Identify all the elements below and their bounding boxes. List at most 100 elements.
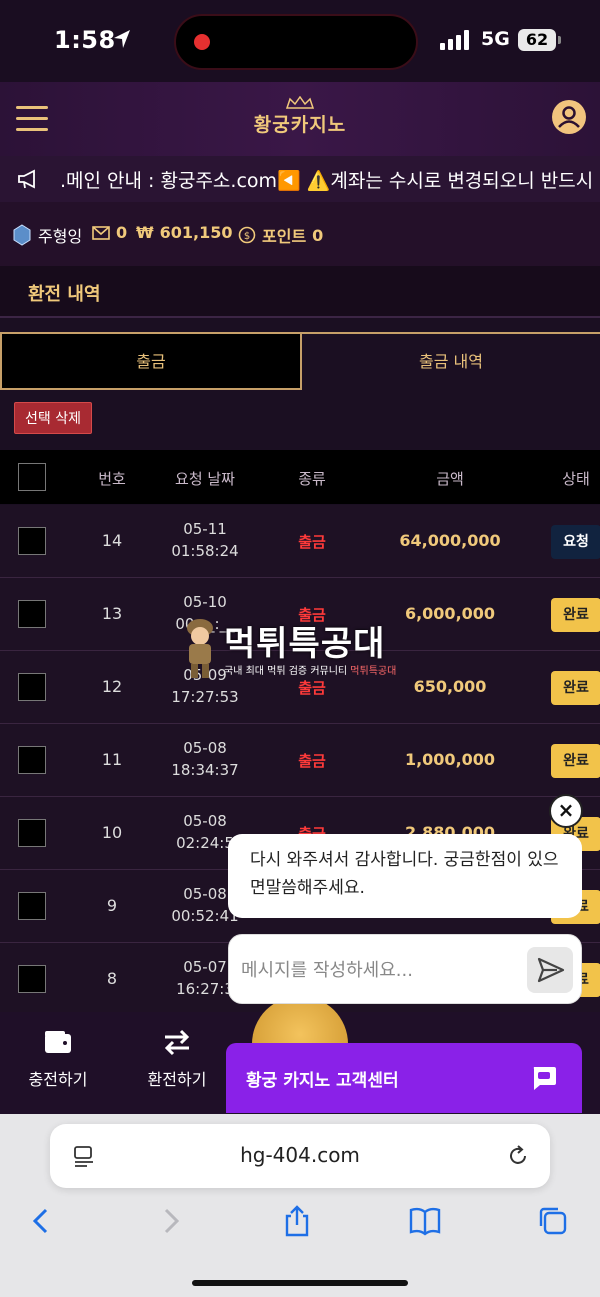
- notice-text: .메인 안내 : 황궁주소.com◀️ ⚠️계좌는 수시로 변경되오니 반드시 …: [60, 170, 600, 192]
- battery-level: 62: [518, 29, 556, 51]
- row-date-day: 05-10: [183, 593, 227, 611]
- watermark: 먹튀특공대 국내 최대 먹튀 검증 커뮤니티 먹튀특공대: [180, 614, 430, 684]
- row-amount: 64,000,000: [399, 531, 501, 550]
- signal-icon: [440, 30, 469, 50]
- watermark-subtitle-main: 국내 최대 먹튀 검증 커뮤니티: [224, 666, 351, 677]
- chat-bubble-icon: [533, 1067, 556, 1090]
- megaphone-icon: [18, 169, 35, 189]
- user-profile-icon[interactable]: [552, 100, 586, 134]
- send-icon: [537, 957, 565, 983]
- chat-message-input[interactable]: [241, 953, 521, 987]
- balance-amount: 601,150: [159, 223, 233, 242]
- row-date: 05-11 01:58:24: [150, 518, 260, 562]
- header-number: 번호: [98, 470, 126, 488]
- watermark-subtitle: 국내 최대 먹튀 검증 커뮤니티 먹튀특공대: [224, 662, 396, 677]
- casino-logo[interactable]: 황궁카지노: [240, 96, 360, 146]
- points-label: 포인트: [262, 227, 307, 246]
- status-time: 1:58: [54, 26, 116, 54]
- table-row: 11 05-08 18:34:37 출금 1,000,000 완료: [0, 724, 600, 797]
- chat-close-icon[interactable]: ×: [549, 794, 583, 828]
- reload-icon[interactable]: [506, 1144, 530, 1168]
- tab-withdraw-history[interactable]: 출금 내역: [300, 332, 600, 390]
- status-badge: 요청: [551, 525, 600, 559]
- select-all-checkbox[interactable]: [18, 463, 46, 491]
- back-icon[interactable]: [24, 1204, 58, 1238]
- user-points[interactable]: $ 포인트 0: [238, 223, 323, 247]
- status-badge: 완료: [551, 598, 600, 632]
- user-balance: ₩ 601,150: [136, 223, 233, 242]
- user-info-bar: 주형잉 0 ₩ 601,150 $ 포인트 0: [0, 202, 600, 266]
- soldier-mascot-icon: [187, 619, 213, 678]
- nav-exchange[interactable]: 환전하기: [127, 1028, 227, 1090]
- address-bar[interactable]: hg-404.com: [50, 1124, 550, 1188]
- nav-deposit-label: 충전하기: [28, 1070, 88, 1089]
- header-amount: 금액: [436, 470, 464, 488]
- mail-icon: [92, 225, 110, 240]
- exchange-arrows-icon: [164, 1029, 190, 1056]
- rank-badge-icon: [13, 224, 31, 246]
- row-checkbox[interactable]: [18, 527, 46, 555]
- nav-deposit[interactable]: 충전하기: [8, 1028, 108, 1090]
- row-number: 12: [101, 677, 123, 696]
- row-amount: 1,000,000: [404, 750, 496, 769]
- browser-toolbar: hg-404.com: [0, 1114, 600, 1297]
- message-count: 0: [116, 223, 128, 242]
- user-rank: 주형잉: [12, 223, 82, 247]
- row-number: 11: [101, 750, 123, 769]
- crown-icon: [285, 96, 315, 109]
- row-number: 13: [101, 604, 123, 623]
- row-checkbox[interactable]: [18, 746, 46, 774]
- chat-message: 다시 와주셔서 감사합니다. 궁금한점이 있으면말씀해주세요.: [228, 834, 582, 918]
- logo-text: 황궁카지노: [253, 114, 347, 136]
- status-badge: 완료: [551, 744, 600, 778]
- row-checkbox[interactable]: [18, 892, 46, 920]
- row-date: 05-08 18:34:37: [150, 737, 260, 781]
- row-checkbox[interactable]: [18, 600, 46, 628]
- row-type: 출금: [298, 752, 326, 770]
- row-date-day: 05-08: [183, 812, 227, 830]
- hamburger-menu-icon[interactable]: [16, 106, 48, 132]
- tabs-icon[interactable]: [536, 1204, 570, 1238]
- header-date: 요청 날짜: [175, 470, 235, 488]
- location-arrow-icon: [114, 30, 130, 48]
- notice-marquee: .메인 안내 : 황궁주소.com◀️ ⚠️계좌는 수시로 변경되오니 반드시 …: [0, 156, 600, 202]
- status-bar: 1:58 5G 62: [0, 0, 600, 82]
- send-button[interactable]: [527, 947, 573, 993]
- customer-center-title: 황궁 카지노 고객센터: [246, 1071, 399, 1091]
- delete-selected-button[interactable]: 선택 삭제: [14, 402, 92, 434]
- forward-icon[interactable]: [154, 1204, 188, 1238]
- watermark-title: 먹튀특공대: [224, 624, 386, 664]
- customer-center-bar[interactable]: 황궁 카지노 고객센터: [226, 1043, 582, 1113]
- recording-dot-icon: [194, 34, 210, 50]
- bookmarks-icon[interactable]: [408, 1204, 442, 1238]
- user-messages[interactable]: 0: [92, 223, 127, 242]
- row-checkbox[interactable]: [18, 819, 46, 847]
- row-number: 14: [101, 531, 123, 550]
- dynamic-island: [174, 14, 418, 70]
- tab-withdraw[interactable]: 출금: [0, 332, 300, 390]
- row-date-time: 18:34:37: [171, 761, 239, 779]
- table-header: 번호 요청 날짜 종류 금액 상태: [0, 450, 600, 504]
- network-type: 5G: [481, 28, 510, 50]
- svg-text:$: $: [244, 231, 250, 242]
- page-title-bar: 환전 내역: [0, 266, 600, 318]
- row-date-time: 01:58:24: [171, 542, 239, 560]
- points-value: 0: [312, 225, 324, 245]
- wallet-icon: [45, 1031, 71, 1053]
- url-text: hg-404.com: [240, 1143, 360, 1167]
- coin-icon: $: [238, 226, 256, 244]
- row-checkbox[interactable]: [18, 673, 46, 701]
- watermark-subtitle-brand: 먹튀특공대: [350, 666, 397, 677]
- page-title: 환전 내역: [28, 284, 101, 305]
- status-badge: 완료: [551, 671, 600, 705]
- row-checkbox[interactable]: [18, 965, 46, 993]
- app-header: 황궁카지노: [0, 82, 600, 156]
- header-status: 상태: [562, 470, 590, 488]
- withdraw-tabs: 출금 출금 내역: [0, 332, 600, 390]
- table-row: 14 05-11 01:58:24 출금 64,000,000 요청: [0, 505, 600, 578]
- nav-exchange-label: 환전하기: [147, 1070, 207, 1089]
- row-type: 출금: [298, 533, 326, 551]
- share-icon[interactable]: [280, 1204, 314, 1238]
- username: 주형잉: [38, 227, 83, 246]
- home-indicator: [192, 1280, 408, 1286]
